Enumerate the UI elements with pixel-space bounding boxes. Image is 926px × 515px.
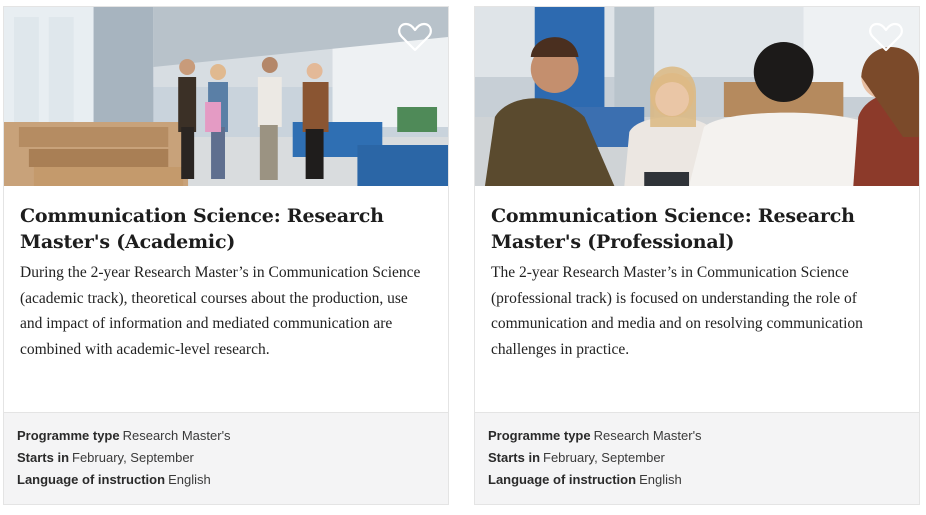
meta-row-programme-type: Programme type Research Master's [17,425,435,447]
card-photo-students-walking [4,7,448,186]
card-title[interactable]: Communication Science: Research Master's… [491,203,891,255]
card-description: The 2-year Research Master’s in Communic… [491,264,863,358]
card-description: During the 2-year Research Master’s in C… [20,264,421,358]
meta-label: Language of instruction [488,472,637,487]
meta-row-starts-in: Starts in February, September [17,447,435,469]
meta-row-programme-type: Programme type Research Master's [488,425,906,447]
programme-card-academic[interactable]: Communication Science: Research Master's… [3,6,449,505]
meta-row-language: Language of instruction English [488,469,906,491]
card-meta: Programme type Research Master's Starts i… [475,412,919,504]
programme-card-professional[interactable]: Communication Science: Research Master's… [474,6,920,505]
meta-label: Language of instruction [17,472,166,487]
meta-value: Research Master's [122,428,231,443]
meta-value: February, September [543,450,665,465]
favorite-heart-icon[interactable] [869,21,903,53]
meta-value: Research Master's [593,428,702,443]
meta-label: Programme type [17,428,120,443]
meta-label: Starts in [488,450,541,465]
card-meta: Programme type Research Master's Starts i… [4,412,448,504]
meta-value: February, September [72,450,194,465]
meta-label: Programme type [488,428,591,443]
meta-value: English [168,472,211,487]
card-photo-students-talking [475,7,919,186]
meta-value: English [639,472,682,487]
meta-label: Starts in [17,450,70,465]
meta-row-language: Language of instruction English [17,469,435,491]
card-title[interactable]: Communication Science: Research Master's… [20,203,420,255]
favorite-heart-icon[interactable] [398,21,432,53]
meta-row-starts-in: Starts in February, September [488,447,906,469]
